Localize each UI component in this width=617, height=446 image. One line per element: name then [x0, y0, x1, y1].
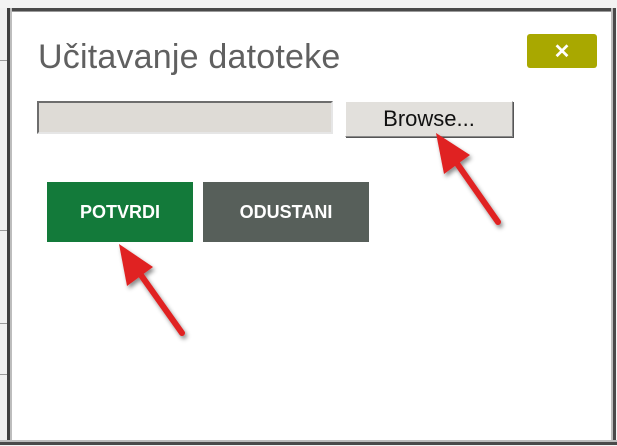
browse-button[interactable]: Browse...	[345, 101, 513, 137]
background-divider	[0, 230, 7, 231]
window-frame-bottom	[0, 440, 617, 446]
window-frame-left	[0, 8, 12, 446]
confirm-button[interactable]: POTVRDI	[47, 182, 193, 242]
background-divider	[0, 323, 7, 324]
screenshot: Učitavanje datoteke ✕ Browse... POTVRDI …	[0, 0, 617, 446]
dialog-title: Učitavanje datoteke	[38, 38, 341, 76]
close-icon: ✕	[553, 40, 571, 63]
background-divider	[0, 60, 7, 61]
cancel-button[interactable]: ODUSTANI	[203, 182, 369, 242]
file-upload-dialog: Učitavanje datoteke ✕ Browse... POTVRDI …	[12, 12, 611, 440]
window-frame-top	[0, 0, 617, 12]
file-path-field[interactable]	[37, 101, 333, 134]
window-frame-right	[611, 8, 617, 446]
background-divider	[0, 374, 7, 375]
close-button[interactable]: ✕	[527, 34, 597, 68]
